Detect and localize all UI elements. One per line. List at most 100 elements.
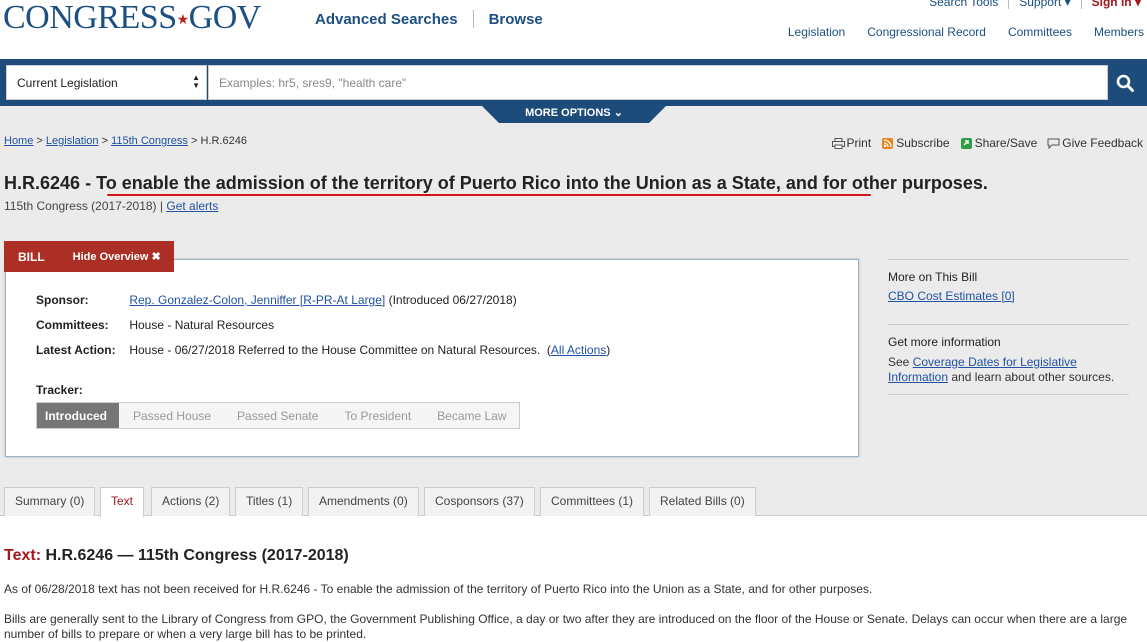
congress-session: 115th Congress (2017-2018): [4, 199, 157, 213]
search-icon: [1116, 74, 1134, 92]
search-tools-link[interactable]: Search Tools: [919, 0, 1008, 9]
tab-related-bills[interactable]: Related Bills (0): [649, 487, 756, 516]
tab-actions[interactable]: Actions (2): [151, 487, 231, 516]
sponsor-row: Sponsor: Rep. Gonzalez-Colon, Jenniffer …: [36, 293, 517, 307]
nav-browse[interactable]: Browse: [489, 11, 543, 28]
utility-nav: Search Tools Support ▾ Sign In ▾: [919, 0, 1141, 9]
more-info-text: See Coverage Dates for Legislative Infor…: [888, 355, 1129, 385]
latest-action-label: Latest Action:: [36, 343, 116, 357]
breadcrumb-sep: >: [190, 135, 198, 147]
breadcrumb-legislation[interactable]: Legislation: [46, 135, 99, 147]
sidebar-divider-bottom: [888, 394, 1129, 395]
text-heading-value: H.R.6246 — 115th Congress (2017-2018): [45, 547, 349, 564]
bill-number: H.R.6246: [4, 173, 81, 193]
nav-congressional-record[interactable]: Congressional Record: [867, 25, 986, 39]
cbo-cost-estimates-link[interactable]: CBO Cost Estimates [0]: [888, 289, 1015, 303]
tracker-step-passed-senate: Passed Senate: [237, 409, 319, 423]
search-scope-select[interactable]: Current Legislation ▲ ▼: [6, 65, 207, 100]
latest-action-row: Latest Action: House - 06/27/2018 Referr…: [36, 343, 611, 357]
breadcrumb-current: H.R.6246: [200, 135, 247, 147]
nav-members[interactable]: Members: [1094, 25, 1144, 39]
committees-row: Committees: House - Natural Resources: [36, 318, 274, 332]
give-feedback-button[interactable]: Give Feedback: [1047, 136, 1143, 150]
chevron-down-icon: ⌄: [613, 107, 623, 119]
more-options-button[interactable]: MORE OPTIONS ⌄: [479, 103, 669, 123]
sponsor-link[interactable]: Rep. Gonzalez-Colon, Jenniffer [R-PR-At …: [129, 293, 385, 307]
rss-icon: [882, 137, 894, 149]
search-scope-value: Current Legislation: [17, 76, 118, 90]
search-button[interactable]: [1108, 65, 1142, 100]
page-toolbar: Print Subscribe Share/Save Give Feedback: [831, 136, 1143, 150]
bill-title: To enable the admission of the territory…: [96, 173, 988, 193]
more-options-label: MORE OPTIONS ⌄: [525, 107, 623, 119]
logo-text-main: CONGRESS: [3, 0, 177, 36]
committees-value: House - Natural Resources: [129, 318, 275, 332]
latest-action-value: House - 06/27/2018 Referred to the House…: [129, 343, 541, 357]
get-more-info-heading: Get more information: [888, 335, 1001, 349]
page-title: H.R.6246 - To enable the admission of th…: [4, 173, 988, 194]
breadcrumb-home[interactable]: Home: [4, 135, 33, 147]
tab-amendments[interactable]: Amendments (0): [308, 487, 419, 516]
congress-gov-logo[interactable]: CONGRESS★GOV: [3, 0, 261, 39]
print-button[interactable]: Print: [831, 136, 872, 150]
cbo-row: CBO Cost Estimates [0]: [888, 289, 1129, 303]
hide-overview-button[interactable]: Hide Overview ✖: [73, 250, 161, 263]
select-arrows-icon: ▲ ▼: [192, 73, 200, 90]
get-alerts-link[interactable]: Get alerts: [166, 199, 218, 213]
tab-titles[interactable]: Titles (1): [235, 487, 304, 516]
tab-committees[interactable]: Committees (1): [540, 487, 645, 516]
sidebar-divider-top: [888, 259, 1129, 260]
breadcrumb-congress[interactable]: 115th Congress: [111, 135, 188, 147]
nav-divider: [472, 10, 474, 28]
printer-icon: [831, 137, 845, 149]
subscribe-label: Subscribe: [896, 136, 950, 150]
sidebar-divider-mid: [888, 324, 1129, 325]
nav-legislation[interactable]: Legislation: [788, 25, 845, 39]
sponsor-label: Sponsor:: [36, 293, 89, 307]
logo-text-gov: GOV: [188, 0, 262, 36]
logo-star-icon: ★: [176, 13, 190, 28]
tracker-step-passed-house: Passed House: [133, 409, 212, 423]
status-tracker: Introduced Passed House Passed Senate To…: [36, 402, 520, 429]
search-input[interactable]: Examples: hr5, sres9, "health care": [208, 65, 1108, 100]
text-status-paragraph: As of 06/28/2018 text has not been recei…: [4, 582, 873, 596]
tracker-step-to-president: To President: [344, 409, 412, 423]
tracker-step-introduced: Introduced: [37, 403, 119, 428]
committees-label: Committees:: [36, 318, 109, 332]
secondary-nav: Legislation Congressional Record Committ…: [766, 25, 1144, 39]
title-dash: -: [85, 173, 92, 193]
text-info-paragraph: Bills are generally sent to the Library …: [4, 612, 1128, 641]
share-save-label: Share/Save: [974, 136, 1038, 150]
text-heading-label: Text:: [4, 547, 42, 564]
main-nav: Advanced Searches Browse: [315, 10, 543, 28]
see-text: See: [888, 355, 910, 369]
speech-bubble-icon: [1047, 138, 1060, 149]
breadcrumb: Home > Legislation > 115th Congress > H.…: [4, 135, 247, 147]
tab-summary[interactable]: Summary (0): [4, 487, 96, 516]
sign-in-menu[interactable]: Sign In ▾: [1080, 0, 1141, 9]
bill-tab-label: BILL: [18, 249, 45, 264]
all-actions-link[interactable]: All Actions: [551, 343, 606, 357]
title-annotation-underline: [107, 194, 871, 196]
tab-cosponsors[interactable]: Cosponsors (37): [424, 487, 535, 516]
support-menu[interactable]: Support ▾: [1008, 0, 1080, 9]
share-save-button[interactable]: Share/Save: [960, 136, 1038, 150]
search-bar: Current Legislation ▲ ▼ Examples: hr5, sr…: [0, 59, 1147, 106]
more-on-bill-heading: More on This Bill: [888, 270, 978, 284]
nav-advanced-searches[interactable]: Advanced Searches: [315, 11, 458, 28]
learn-more-text: and learn about other sources.: [951, 370, 1115, 384]
subtitle-separator: |: [159, 199, 164, 213]
tracker-label: Tracker:: [36, 383, 83, 397]
breadcrumb-sep: >: [36, 135, 43, 147]
site-header: CONGRESS★GOV Advanced Searches Browse Se…: [0, 0, 1147, 48]
introduced-date: (Introduced 06/27/2018): [388, 293, 517, 307]
tab-text[interactable]: Text: [100, 487, 145, 517]
subscribe-button[interactable]: Subscribe: [881, 136, 950, 150]
tracker-step-became-law: Became Law: [437, 409, 507, 423]
congress-subtitle: 115th Congress (2017-2018) | Get alerts: [4, 199, 218, 213]
print-label: Print: [846, 136, 872, 150]
text-section-heading: Text: H.R.6246 — 115th Congress (2017-20…: [4, 547, 349, 565]
bill-overview-tab: BILL Hide Overview ✖: [4, 241, 174, 272]
breadcrumb-sep: >: [101, 135, 108, 147]
nav-committees[interactable]: Committees: [1008, 25, 1072, 39]
